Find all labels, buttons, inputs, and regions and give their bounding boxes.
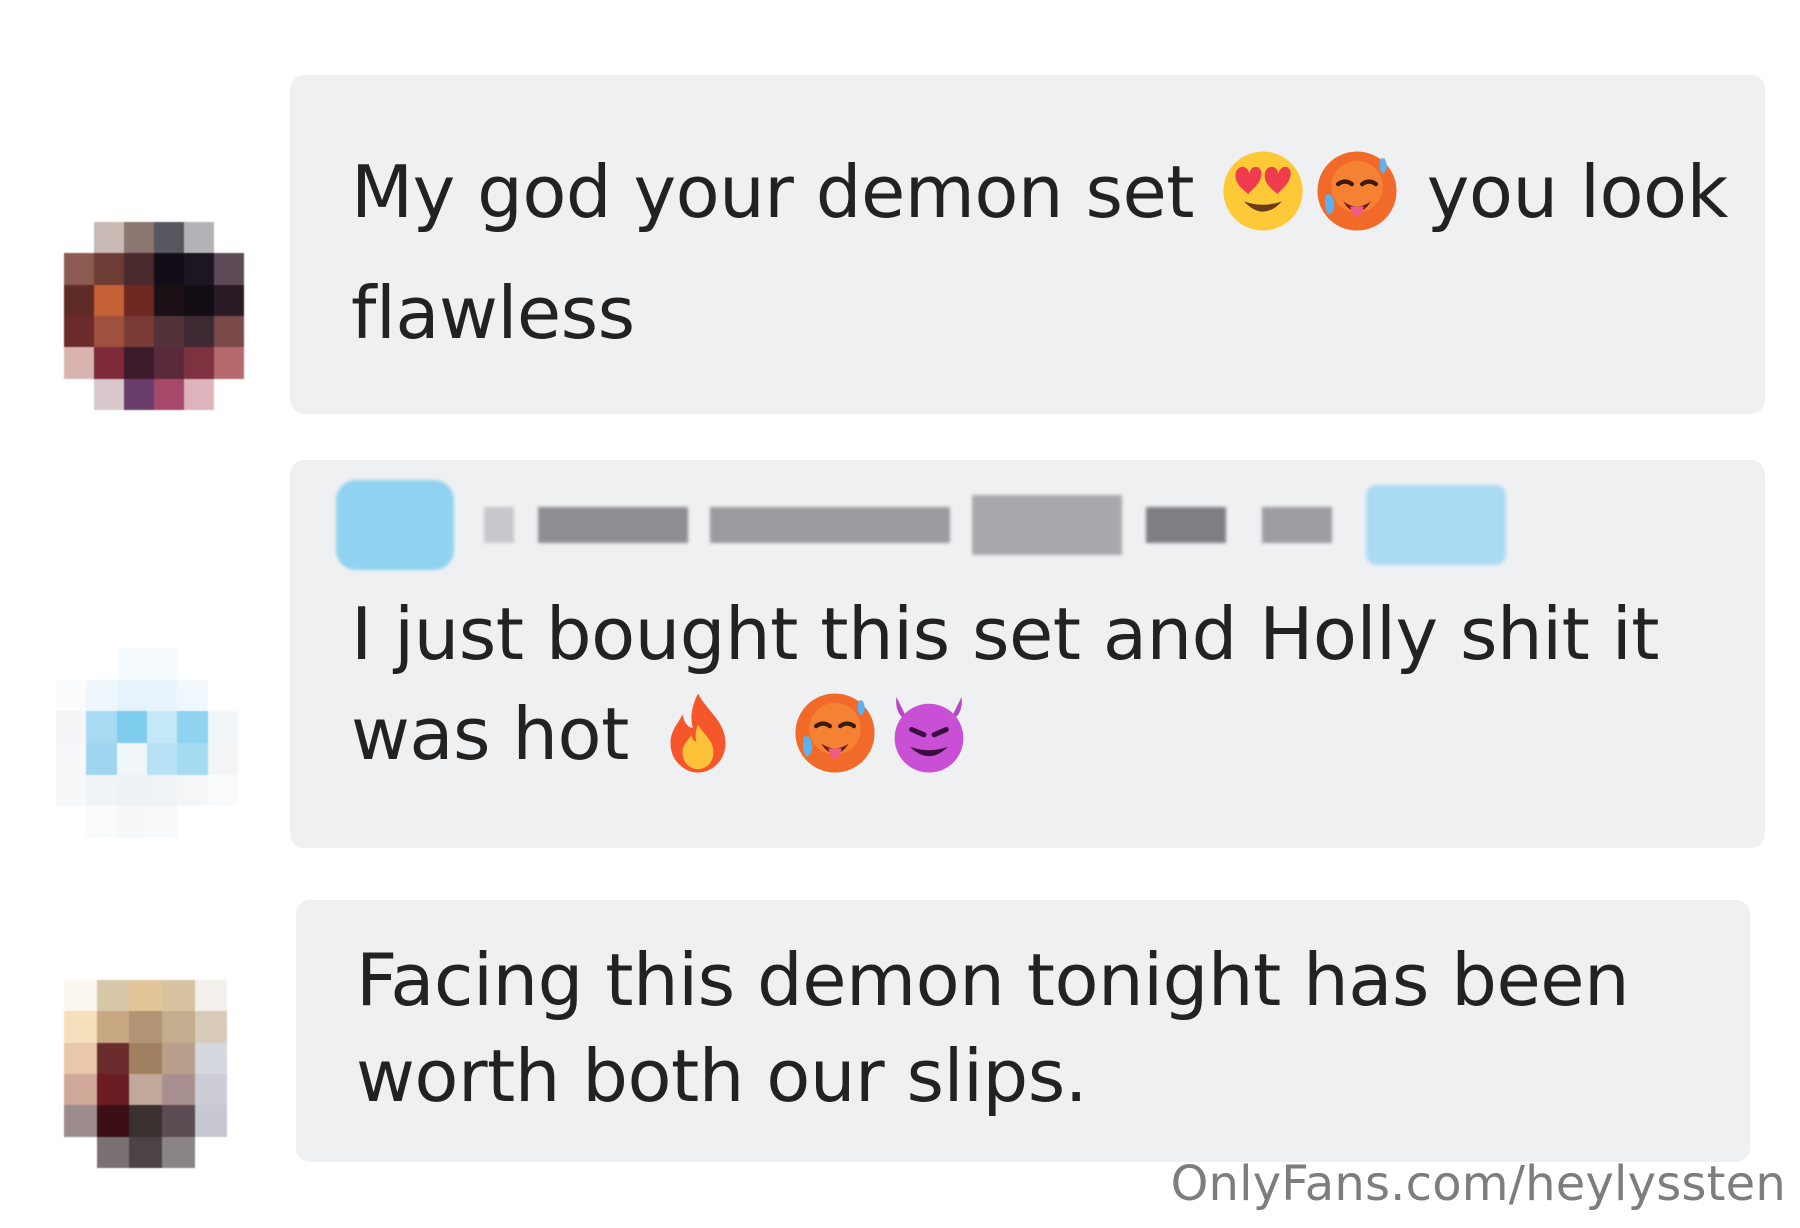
avatar[interactable] — [56, 648, 238, 838]
avatar[interactable] — [64, 222, 244, 410]
avatar[interactable] — [64, 980, 260, 1168]
comment-text: Facing this demon tonight has been worth… — [356, 938, 1630, 1118]
comment-bubble: I just bought this set and Holly shit it… — [290, 460, 1765, 848]
redacted-username — [336, 480, 1506, 570]
watermark: OnlyFans.com/heylyssten — [1170, 1156, 1786, 1212]
hot-face-icon — [1317, 151, 1397, 232]
hot-face-icon — [795, 693, 875, 774]
comment-bubble: My god your demon set you look flawless — [290, 75, 1765, 414]
comment-text: My god your demon set you look flawless — [351, 150, 1728, 355]
fire-icon — [670, 693, 726, 774]
heart-eyes-face-icon — [1223, 151, 1303, 232]
comment-text: I just bought this set and Holly shit it… — [351, 592, 1659, 776]
smiling-devil-icon — [894, 697, 964, 774]
comment-bubble: Facing this demon tonight has been worth… — [296, 900, 1750, 1162]
